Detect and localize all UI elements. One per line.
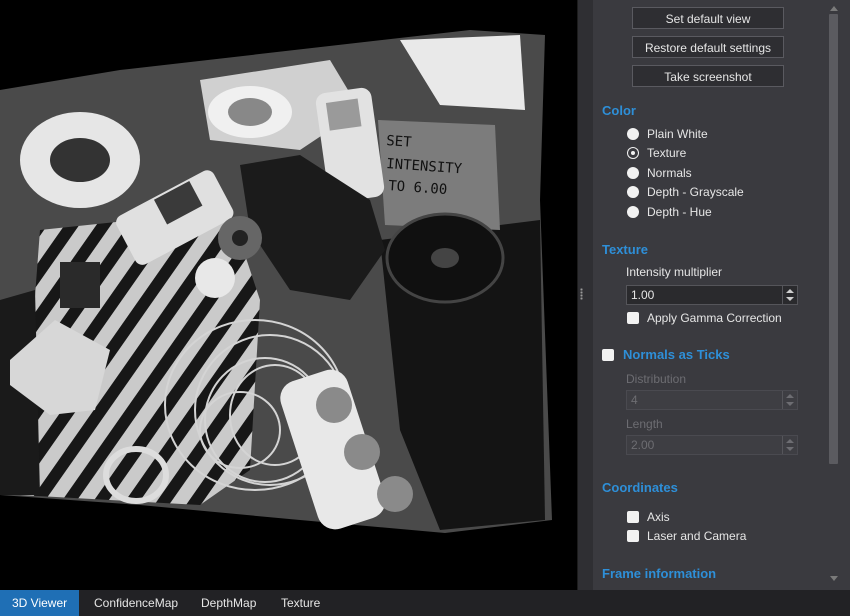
3d-viewport[interactable]: SET INTENSITY TO 6.00	[0, 0, 577, 590]
tab-depth-map[interactable]: DepthMap	[189, 590, 268, 616]
intensity-multiplier-value: 1.00	[631, 288, 655, 302]
tab-bar: 3D Viewer ConfidenceMap DepthMap Texture	[0, 590, 850, 616]
tab-texture[interactable]: Texture	[269, 590, 332, 616]
panel-scrollbar[interactable]	[826, 0, 850, 590]
distribution-spinbox: 4	[626, 390, 798, 410]
scroll-up-icon[interactable]	[830, 6, 838, 11]
length-label: Length	[626, 417, 663, 431]
intensity-multiplier-label: Intensity multiplier	[626, 265, 723, 279]
radio-icon	[627, 186, 639, 198]
scroll-down-icon[interactable]	[830, 576, 838, 581]
length-spinbox: 2.00	[626, 435, 798, 455]
distribution-value: 4	[631, 393, 638, 407]
radio-icon	[627, 167, 639, 179]
checkbox-icon	[627, 511, 639, 523]
checkbox-icon	[627, 530, 639, 542]
tab-confidence-map[interactable]: ConfidenceMap	[82, 590, 190, 616]
radio-icon	[627, 128, 639, 140]
tab-3d-viewer[interactable]: 3D Viewer	[0, 590, 80, 616]
color-section-title: Color	[602, 103, 636, 118]
checkbox-icon	[602, 349, 614, 361]
checkbox-icon	[627, 312, 639, 324]
panel-splitter[interactable]	[577, 0, 594, 590]
scrollbar-thumb[interactable]	[829, 14, 838, 464]
set-default-view-button[interactable]: Set default view	[632, 7, 784, 29]
intensity-multiplier-spinbox[interactable]: 1.00	[626, 285, 798, 305]
coordinates-section-title: Coordinates	[602, 480, 678, 495]
texture-section-title: Texture	[602, 242, 648, 257]
restore-default-settings-button[interactable]: Restore default settings	[632, 36, 784, 58]
point-cloud-render: SET INTENSITY TO 6.00	[0, 30, 552, 533]
frame-information-section-title: Frame information	[602, 566, 717, 581]
settings-panel: Set default view Restore default setting…	[593, 0, 826, 590]
distribution-label: Distribution	[626, 372, 687, 386]
take-screenshot-button[interactable]: Take screenshot	[632, 65, 784, 87]
length-value: 2.00	[631, 438, 655, 452]
radio-icon	[627, 206, 639, 218]
box-text-line-1: SET	[386, 133, 413, 151]
radio-checked-icon	[628, 148, 638, 158]
spin-arrows-icon[interactable]	[782, 286, 797, 304]
splitter-grip	[580, 288, 583, 300]
spin-arrows-icon	[782, 436, 797, 454]
spin-arrows-icon	[782, 391, 797, 409]
